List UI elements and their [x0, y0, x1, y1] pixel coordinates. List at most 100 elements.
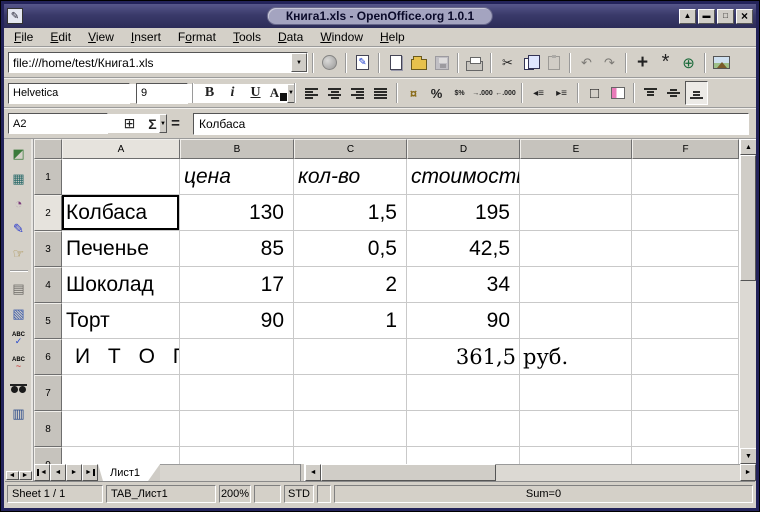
data-sources-button[interactable]: ▥ [8, 404, 30, 423]
cell-A9[interactable] [62, 447, 180, 464]
cell-B6[interactable] [180, 339, 294, 375]
undo-button[interactable]: ↶ [575, 51, 598, 75]
row-header-5[interactable]: 5 [34, 303, 62, 339]
edit-file-button[interactable]: ✎ [351, 51, 374, 75]
italic-button[interactable]: i [221, 81, 244, 105]
choose-themes-button[interactable]: ▧ [8, 304, 30, 323]
status-zoom[interactable]: 200% [219, 485, 251, 503]
spellcheck-button[interactable]: ABC✓ [8, 329, 30, 348]
cut-button[interactable]: ✂ [496, 51, 519, 75]
cell-C9[interactable] [294, 447, 407, 464]
cell-A2[interactable]: Колбаса [62, 195, 180, 231]
redo-button[interactable]: ↷ [598, 51, 621, 75]
cell-F9[interactable] [632, 447, 739, 464]
last-sheet-button[interactable]: ► [82, 464, 98, 481]
previous-sheet-button[interactable]: ◄ [50, 464, 66, 481]
app-icon[interactable]: ✎ [7, 8, 23, 24]
cell-B3[interactable]: 85 [180, 231, 294, 267]
delete-decimal-button[interactable]: ←.000 [494, 81, 517, 105]
horizontal-scroll-thumb[interactable] [321, 464, 496, 481]
cell-B2[interactable]: 130 [180, 195, 294, 231]
underline-button[interactable]: U [244, 81, 267, 105]
cell-F8[interactable] [632, 411, 739, 447]
align-center-button[interactable] [323, 81, 346, 105]
cell-F7[interactable] [632, 375, 739, 411]
cell-D6[interactable]: 361,5 [407, 339, 520, 375]
menu-format[interactable]: Format [178, 30, 216, 44]
cell-F1[interactable] [632, 159, 739, 195]
copy-button[interactable] [519, 51, 542, 75]
gallery-button[interactable] [710, 51, 733, 75]
new-document-button[interactable] [384, 51, 407, 75]
cell-E4[interactable] [520, 267, 632, 303]
sheet-tab-active[interactable]: Лист1 [98, 464, 160, 481]
status-selection-mode[interactable]: STD [284, 485, 314, 503]
bold-button[interactable]: B [198, 81, 221, 105]
cell-E2[interactable] [520, 195, 632, 231]
number-format-currency-button[interactable]: ¤ [402, 81, 425, 105]
menu-edit[interactable]: Edit [50, 30, 71, 44]
cell-E8[interactable] [520, 411, 632, 447]
add-decimal-button[interactable]: →.000 [471, 81, 494, 105]
shade-button[interactable]: ▲ [679, 9, 696, 24]
column-header-E[interactable]: E [520, 139, 632, 159]
cell-D7[interactable] [407, 375, 520, 411]
scroll-up-button[interactable]: ▲ [740, 139, 756, 155]
cell-E7[interactable] [520, 375, 632, 411]
cell-D5[interactable]: 90 [407, 303, 520, 339]
toolbar-scroll-right-button[interactable]: ► [19, 471, 32, 480]
save-button[interactable] [430, 51, 453, 75]
column-header-F[interactable]: F [632, 139, 739, 159]
cell-E6[interactable]: руб. [520, 339, 632, 375]
menu-help[interactable]: Help [380, 30, 405, 44]
cell-C1[interactable]: кол-во [294, 159, 407, 195]
decrease-indent-button[interactable]: ◂≡ [527, 81, 550, 105]
cell-C4[interactable]: 2 [294, 267, 407, 303]
cell-B5[interactable]: 90 [180, 303, 294, 339]
autoformat-button[interactable]: ▤ [8, 279, 30, 298]
cell-B4[interactable]: 17 [180, 267, 294, 303]
column-header-B[interactable]: B [180, 139, 294, 159]
close-button[interactable]: × [736, 9, 753, 24]
first-sheet-button[interactable]: ◄ [34, 464, 50, 481]
align-right-button[interactable] [346, 81, 369, 105]
corner-box[interactable] [34, 139, 62, 159]
cell-D9[interactable] [407, 447, 520, 464]
scroll-right-button[interactable]: ► [740, 464, 756, 481]
function-wizard-button[interactable]: ⊞ [118, 113, 141, 135]
column-header-A[interactable]: A [62, 139, 180, 159]
insert-object-button[interactable]: ◔ [8, 194, 30, 213]
cell-D1[interactable]: стоимость [407, 159, 520, 195]
align-justify-button[interactable] [369, 81, 392, 105]
number-format-percent-button[interactable]: % [425, 81, 448, 105]
cell-C3[interactable]: 0,5 [294, 231, 407, 267]
function-button[interactable]: = [164, 113, 187, 135]
vertical-scroll-track[interactable] [740, 281, 756, 448]
open-button[interactable] [407, 51, 430, 75]
cell-B1[interactable]: цена [180, 159, 294, 195]
row-header-4[interactable]: 4 [34, 267, 62, 303]
cell-A3[interactable]: Печенье [62, 231, 180, 267]
cell-D3[interactable]: 42,5 [407, 231, 520, 267]
url-input[interactable] [9, 53, 291, 72]
form-functions-button[interactable]: ☞ [8, 244, 30, 263]
row-header-3[interactable]: 3 [34, 231, 62, 267]
cell-F2[interactable] [632, 195, 739, 231]
cell-C6[interactable] [294, 339, 407, 375]
cell-B8[interactable] [180, 411, 294, 447]
font-color-button[interactable]: A [267, 81, 290, 105]
cell-D8[interactable] [407, 411, 520, 447]
maximize-button[interactable]: □ [717, 9, 734, 24]
stylist-button[interactable]: * [654, 51, 677, 75]
cell-C8[interactable] [294, 411, 407, 447]
insert-cells-button[interactable]: ▦ [8, 169, 30, 188]
sum-button[interactable]: Σ [141, 113, 164, 135]
toolbar-scroll-left-button[interactable]: ◄ [6, 471, 19, 480]
draw-functions-button[interactable]: ✎ [8, 219, 30, 238]
cell-A8[interactable] [62, 411, 180, 447]
auto-spellcheck-button[interactable]: ABC~ [8, 354, 30, 373]
cell-A6[interactable]: И Т О Г О [62, 339, 180, 375]
cell-A1[interactable] [62, 159, 180, 195]
align-bottom-button[interactable] [685, 81, 708, 105]
navigator-button[interactable]: + [631, 51, 654, 75]
